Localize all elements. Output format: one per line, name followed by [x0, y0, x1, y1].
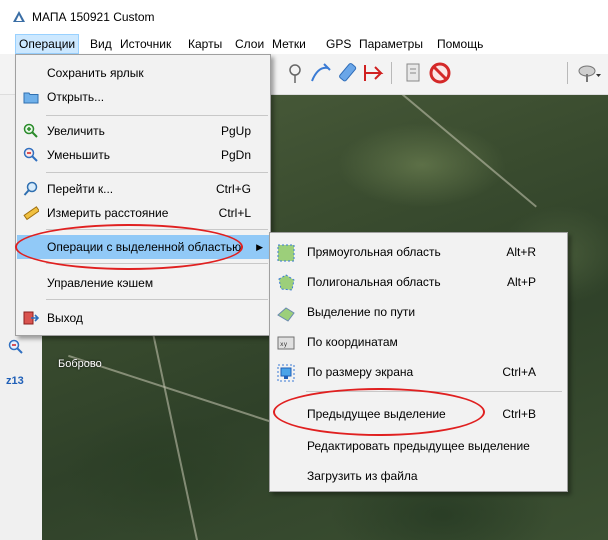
submenu-separator [306, 391, 562, 392]
submenu-item-label: По координатам [307, 335, 398, 349]
menu-item-label: Перейти к... [47, 182, 114, 196]
submenu-item-label: Загрузить из файла [307, 469, 418, 483]
menu-item-shortcut: Ctrl+G [215, 182, 251, 196]
menu-source[interactable]: Источник [117, 34, 174, 54]
menu-item-measure-distance[interactable]: Измерить расстояние Ctrl+L [17, 201, 269, 225]
menu-item-label: Операции с выделенной областью [47, 240, 242, 254]
menu-separator [46, 229, 268, 230]
menu-marks[interactable]: Метки [269, 34, 309, 54]
menu-item-open[interactable]: Открыть... [17, 85, 269, 109]
submenu-item-label: Редактировать предыдущее выделение [307, 439, 530, 453]
menu-item-label: Уменьшить [47, 148, 110, 162]
submenu-item-label: Предыдущее выделение [307, 407, 446, 421]
search-icon [23, 181, 38, 196]
ruler-path-icon[interactable] [360, 60, 386, 86]
map-road [367, 95, 537, 208]
exit-icon [23, 311, 39, 325]
submenu-item-path-selection[interactable]: Выделение по пути [271, 297, 566, 327]
menu-item-label: Увеличить [47, 124, 105, 138]
submenu-item-label: Полигональная область [307, 275, 441, 289]
toolbar-separator [567, 62, 568, 84]
menu-item-exit[interactable]: Выход [17, 306, 269, 330]
menu-gps[interactable]: GPS [323, 34, 354, 54]
window-title: МАПА 150921 Custom [32, 10, 155, 24]
submenu-item-polygon-area[interactable]: Полигональная область Alt+P [271, 267, 566, 297]
submenu-item-label: Выделение по пути [307, 305, 416, 319]
menu-item-label: Сохранить ярлык [47, 66, 144, 80]
menu-item-go-to[interactable]: Перейти к... Ctrl+G [17, 177, 269, 201]
title-bar: МАПА 150921 Custom [0, 0, 608, 34]
toolbar-separator [391, 62, 392, 84]
menu-parameters[interactable]: Параметры [356, 34, 426, 54]
menu-item-label: Выход [47, 311, 83, 325]
submenu-item-label: По размеру экрана [307, 365, 414, 379]
submenu-item-load-from-file[interactable]: Загрузить из файла [271, 461, 566, 491]
submenu-item-edit-previous-selection[interactable]: Редактировать предыдущее выделение [271, 431, 566, 461]
submenu-arrow-icon: ▶ [256, 242, 263, 252]
menu-operations[interactable]: Операции [15, 34, 80, 54]
coords-icon: xy [277, 336, 295, 350]
menu-bar: Операции Вид Источник Карты Слои Метки G… [0, 34, 608, 54]
menu-item-save-shortcut[interactable]: Сохранить ярлык [17, 61, 269, 85]
path-select-icon [277, 307, 295, 322]
pen-route-icon[interactable] [308, 60, 334, 86]
app-logo-icon [13, 11, 25, 22]
menu-view[interactable]: Вид [87, 34, 115, 54]
doc-icon[interactable] [400, 60, 426, 86]
menu-item-zoom-out[interactable]: Уменьшить PgDn [17, 143, 269, 167]
zoom-out-icon [23, 147, 38, 162]
menu-separator [46, 172, 268, 173]
zoom-out-icon[interactable] [8, 339, 24, 355]
polygon-area-icon [278, 274, 295, 291]
highlighter-icon[interactable] [334, 60, 360, 86]
menu-item-label: Открыть... [47, 90, 105, 104]
submenu-item-shortcut: Ctrl+B [502, 407, 536, 421]
menu-separator [46, 115, 268, 116]
submenu-item-shortcut: Alt+P [506, 275, 536, 289]
submenu-item-label: Прямоугольная область [307, 245, 441, 259]
menu-maps[interactable]: Карты [185, 34, 225, 54]
menu-help[interactable]: Помощь [434, 34, 486, 54]
submenu-item-previous-selection[interactable]: Предыдущее выделение Ctrl+B [271, 399, 566, 429]
ruler-icon [23, 206, 39, 221]
svg-text:xy: xy [280, 341, 288, 348]
menu-layers[interactable]: Слои [232, 34, 267, 54]
zoom-in-icon [23, 123, 38, 138]
submenu-item-by-coordinates[interactable]: xy По координатам [271, 327, 566, 357]
selection-submenu: Прямоугольная область Alt+R Полигональна… [269, 232, 568, 492]
operations-menu: Сохранить ярлык Открыть... Увеличить PgU… [15, 54, 271, 336]
menu-item-cache-management[interactable]: Управление кэшем [17, 271, 269, 295]
zoom-level-label: z13 [6, 375, 24, 387]
menu-separator [46, 299, 268, 300]
submenu-item-rectangular-area[interactable]: Прямоугольная область Alt+R [271, 237, 566, 267]
rect-area-icon [277, 244, 295, 262]
menu-item-label: Измерить расстояние [47, 206, 169, 220]
menu-item-label: Управление кэшем [47, 276, 154, 290]
folder-icon [23, 92, 39, 104]
screen-icon [277, 364, 295, 382]
no-icon[interactable] [427, 60, 453, 86]
pin-icon[interactable] [282, 60, 308, 86]
submenu-item-screen-size[interactable]: По размеру экрана Ctrl+A [271, 357, 566, 387]
map-place-label: Боброво [58, 358, 102, 370]
submenu-item-shortcut: Ctrl+A [502, 365, 536, 379]
menu-separator [46, 263, 268, 264]
menu-item-shortcut: Ctrl+L [218, 206, 251, 220]
menu-item-shortcut: PgUp [220, 124, 251, 138]
menu-item-shortcut: PgDn [220, 148, 251, 162]
menu-item-zoom-in[interactable]: Увеличить PgUp [17, 119, 269, 143]
menu-item-selection-operations[interactable]: Операции с выделенной областью ▶ [17, 235, 269, 259]
satellite-icon[interactable] [576, 60, 602, 86]
submenu-item-shortcut: Alt+R [506, 245, 536, 259]
